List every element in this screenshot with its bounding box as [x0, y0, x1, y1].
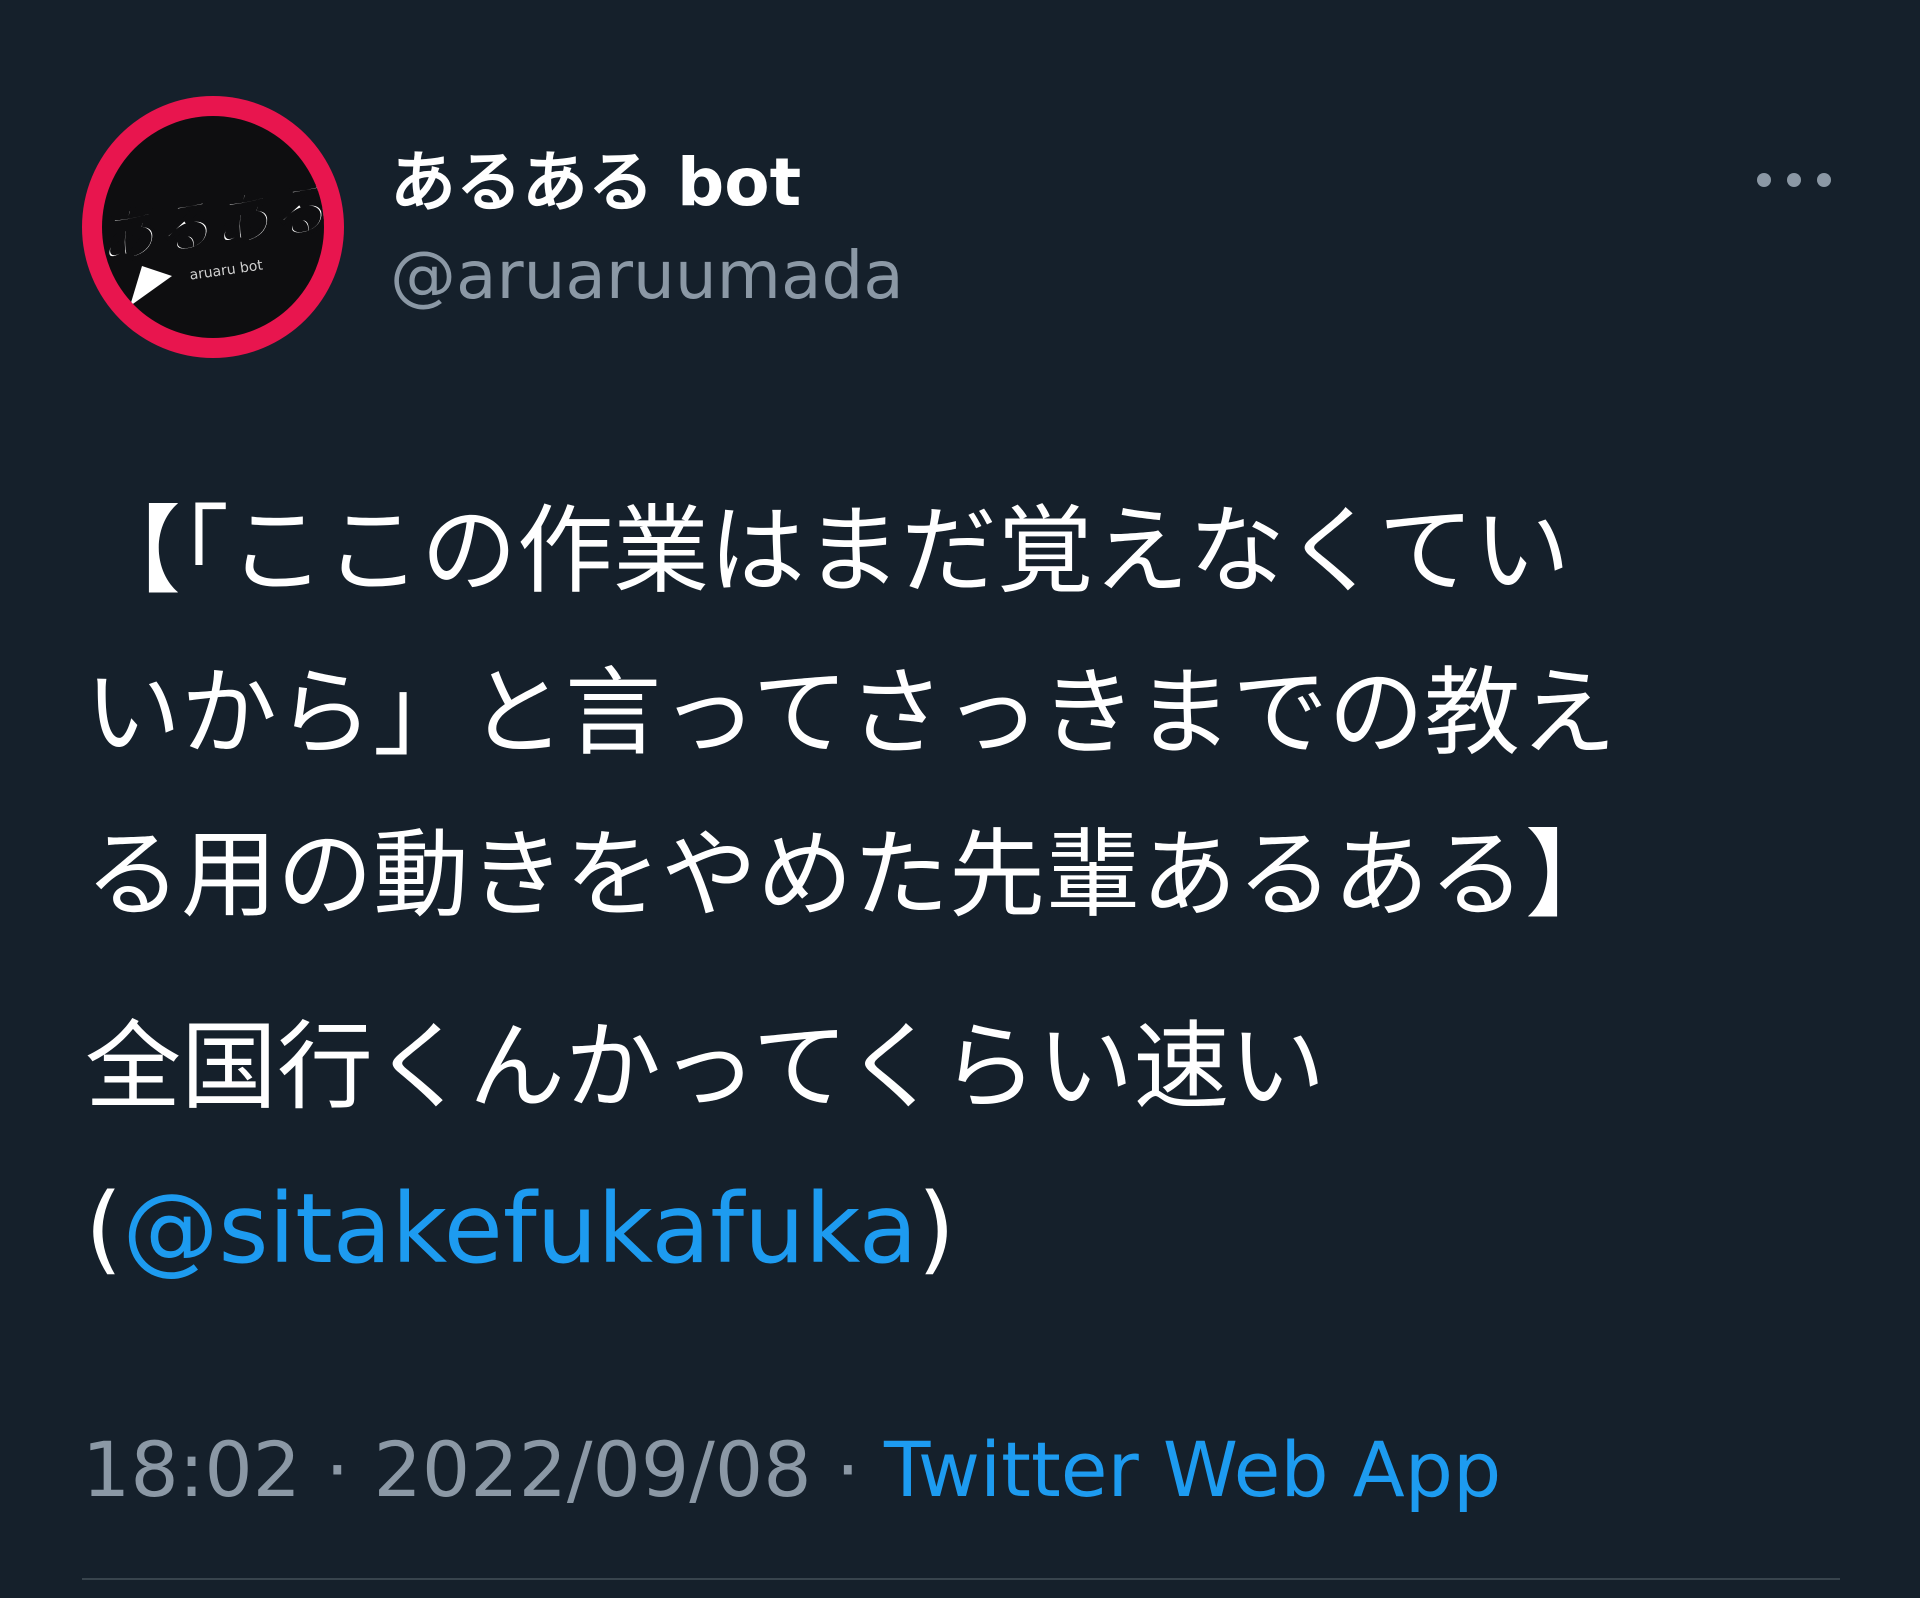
paren-close: ): [917, 1173, 956, 1285]
tweet-credit-line: (@sitakefukafuka): [85, 1148, 1845, 1310]
tweet-text: 【「ここの作業はまだ覚えなくてい いから」と言ってさっきまでの教え る用の動きを…: [85, 470, 1845, 1310]
more-options-button[interactable]: [1750, 160, 1840, 200]
tweet-line: いから」と言ってさっきまでの教え: [85, 657, 1617, 769]
avatar[interactable]: あるある aruaru bot: [82, 96, 344, 358]
tweet-line: 【「ここの作業はまだ覚えなくてい: [85, 495, 1571, 607]
logo-text: あるある: [102, 174, 324, 274]
tweet-date[interactable]: 2022/09/08: [374, 1425, 812, 1514]
avatar-logo: あるある aruaru bot: [102, 116, 324, 338]
tweet-card: あるある aruaru bot あるある bot @aruaruumada 【「…: [0, 0, 1920, 1598]
meta-separator: ·: [811, 1425, 885, 1514]
tweet-time[interactable]: 18:02: [82, 1425, 301, 1514]
tweet-line: る用の動きをやめた先輩あるある】: [85, 819, 1621, 931]
display-name[interactable]: あるある bot: [390, 138, 801, 228]
tweet-meta: 18:02 · 2022/09/08 · Twitter Web App: [82, 1420, 1501, 1520]
user-handle[interactable]: @aruaruumada: [390, 236, 904, 316]
paren-open: (: [85, 1173, 123, 1285]
tweet-source-link[interactable]: Twitter Web App: [884, 1425, 1501, 1514]
logo-subtext: aruaru bot: [189, 257, 265, 283]
mention-link[interactable]: @sitakefukafuka: [122, 1173, 917, 1285]
more-horizontal-icon: [1757, 173, 1831, 187]
tweet-line: 全国行くんかってくらい速い: [85, 1011, 1326, 1123]
aruaru-logo-icon: あるある aruaru bot: [102, 173, 324, 306]
divider: [82, 1578, 1840, 1580]
meta-separator: ·: [301, 1425, 374, 1514]
